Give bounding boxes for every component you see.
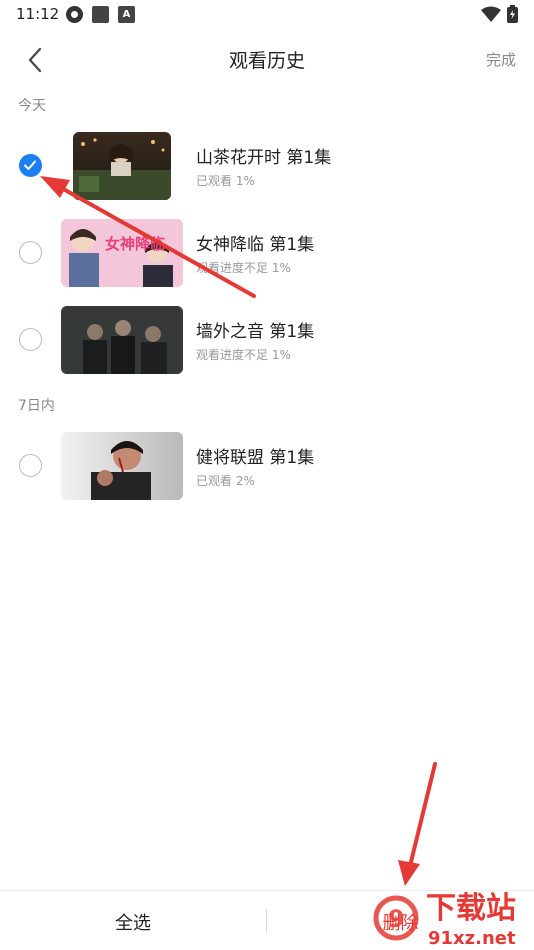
select-all-button[interactable]: 全选	[0, 909, 266, 935]
settings-notification-icon	[66, 6, 83, 23]
thumbnail-image: 女神降临	[61, 219, 183, 287]
video-thumbnail[interactable]: 女神降临	[61, 219, 183, 287]
section-label-today: 今天	[18, 98, 46, 114]
video-thumbnail[interactable]	[61, 306, 183, 374]
video-thumbnail[interactable]	[73, 132, 171, 200]
thumbnail-text: 女神降临	[105, 235, 165, 253]
item-checkbox[interactable]	[19, 154, 42, 177]
item-checkbox[interactable]	[19, 454, 42, 477]
item-progress: 已观看 2%	[196, 474, 255, 488]
watermark: 9 下载站 91xz.net	[370, 882, 534, 950]
thumbnail-image	[73, 132, 171, 200]
item-progress: 观看进度不足 1%	[196, 261, 291, 275]
watermark-logo: 9 下载站 91xz.net	[373, 891, 516, 949]
page-title: 观看历史	[228, 50, 305, 72]
section-label-week: 7日内	[18, 398, 55, 414]
checkmark-icon	[24, 160, 36, 170]
wifi-icon	[481, 6, 501, 22]
status-icons-left: A	[66, 6, 135, 23]
status-time: 11:12	[16, 5, 60, 23]
item-title: 山茶花开时 第1集	[196, 148, 332, 168]
item-progress: 观看进度不足 1%	[196, 348, 291, 362]
done-button[interactable]: 完成	[486, 49, 516, 70]
item-checkbox[interactable]	[19, 328, 42, 351]
status-icons-right	[481, 5, 518, 23]
list-item[interactable]: 墙外之音 第1集 观看进度不足 1%	[0, 304, 534, 376]
item-title: 女神降临 第1集	[196, 235, 315, 255]
arrow-to-delete	[398, 762, 437, 886]
item-title: 健将联盟 第1集	[196, 448, 315, 468]
item-title: 墙外之音 第1集	[196, 322, 315, 342]
video-thumbnail[interactable]	[61, 432, 183, 500]
list-item[interactable]: 女神降临 女神降临 第1集 观看进度不足 1%	[0, 217, 534, 289]
item-checkbox[interactable]	[19, 241, 42, 264]
battery-icon	[507, 5, 518, 23]
status-bar: 11:12 A	[0, 0, 534, 30]
list-item[interactable]: 山茶花开时 第1集 已观看 1%	[0, 130, 534, 202]
thumbnail-image	[61, 432, 183, 500]
app-notification-icon	[92, 6, 109, 23]
a-notification-icon: A	[118, 6, 135, 23]
watermark-logo-text: 9	[388, 905, 405, 933]
thumbnail-image	[61, 306, 183, 374]
header: 观看历史 完成	[0, 38, 534, 82]
watermark-text: 下载站	[426, 891, 516, 926]
list-item[interactable]: 健将联盟 第1集 已观看 2%	[0, 430, 534, 502]
watermark-url: 91xz.net	[428, 928, 516, 949]
item-progress: 已观看 1%	[196, 174, 255, 188]
